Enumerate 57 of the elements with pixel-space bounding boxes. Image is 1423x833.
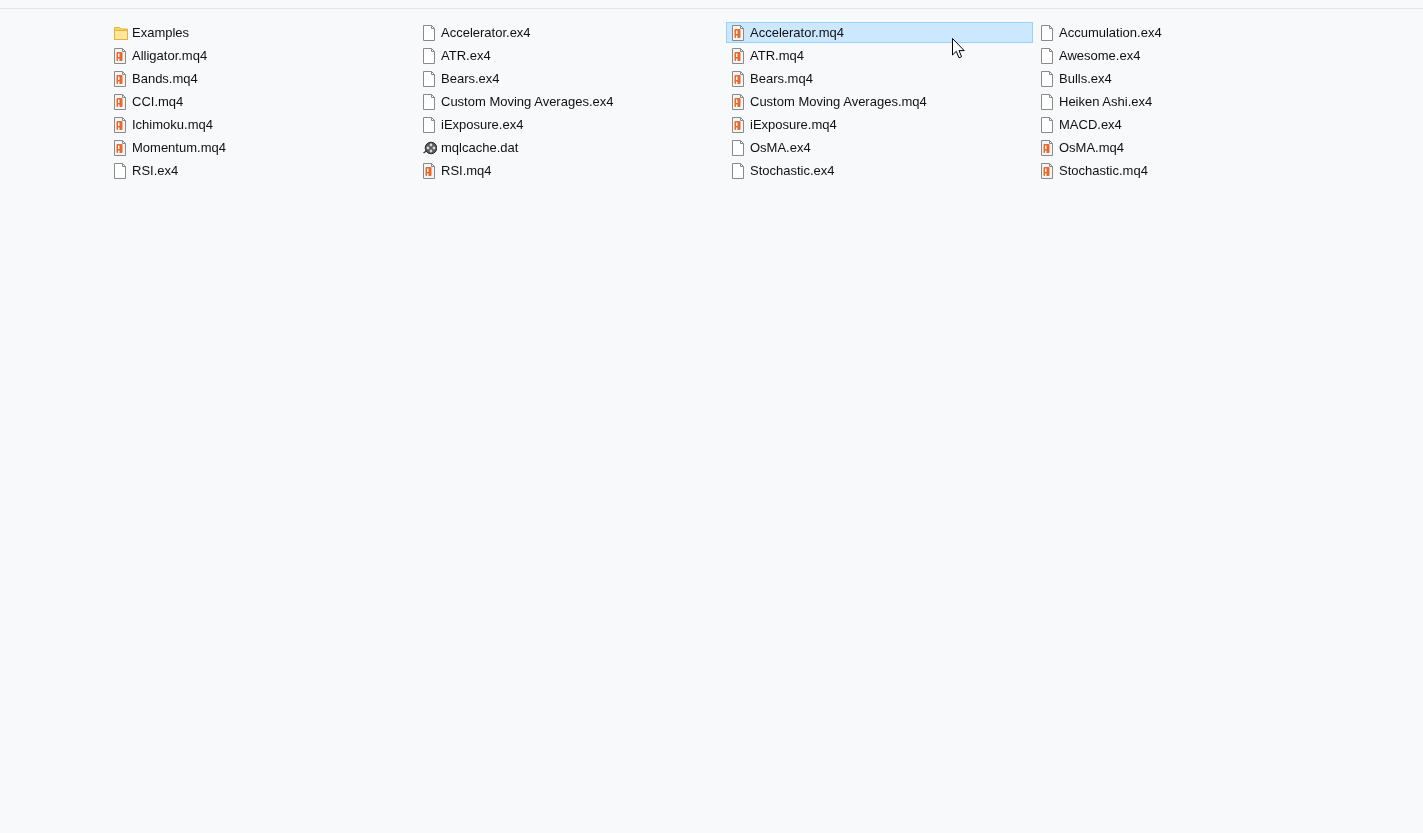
source-file-icon: [114, 93, 126, 110]
file-item[interactable]: Bulls.ex4: [1035, 68, 1342, 89]
file-item[interactable]: Momentum.mq4: [108, 137, 415, 158]
file-icon: [1041, 70, 1053, 87]
file-item[interactable]: Custom Moving Averages.mq4: [726, 91, 1033, 112]
file-item[interactable]: Stochastic.ex4: [726, 160, 1033, 181]
file-item[interactable]: Custom Moving Averages.ex4: [417, 91, 724, 112]
mouse-pointer-icon: [952, 38, 965, 59]
file-item[interactable]: Examples: [108, 22, 415, 43]
file-item[interactable]: Awesome.ex4: [1035, 45, 1342, 66]
file-icon: [732, 162, 744, 179]
source-file-icon: [732, 24, 744, 41]
file-icon: [423, 47, 435, 64]
file-item[interactable]: Heiken Ashi.ex4: [1035, 91, 1342, 112]
source-file-icon: [1041, 162, 1053, 179]
file-item[interactable]: MACD.ex4: [1035, 114, 1342, 135]
file-item[interactable]: Stochastic.mq4: [1035, 160, 1342, 181]
file-icon: [423, 70, 435, 87]
source-file-icon: [423, 162, 435, 179]
file-item[interactable]: mqlcache.dat: [417, 137, 724, 158]
file-icon: [732, 139, 744, 156]
file-item[interactable]: Ichimoku.mq4: [108, 114, 415, 135]
file-item[interactable]: Accelerator.mq4: [726, 22, 1033, 43]
file-item[interactable]: OsMA.ex4: [726, 137, 1033, 158]
file-icon: [1041, 93, 1053, 110]
reel-icon: [423, 140, 437, 155]
file-item[interactable]: RSI.ex4: [108, 160, 415, 181]
source-file-icon: [114, 47, 126, 64]
file-item[interactable]: Accelerator.ex4: [417, 22, 724, 43]
file-icon: [114, 162, 126, 179]
source-file-icon: [114, 116, 126, 133]
file-icon: [423, 93, 435, 110]
file-item[interactable]: ATR.ex4: [417, 45, 724, 66]
file-item[interactable]: Bears.ex4: [417, 68, 724, 89]
folder-icon: [114, 25, 128, 40]
file-item[interactable]: ATR.mq4: [726, 45, 1033, 66]
file-item[interactable]: RSI.mq4: [417, 160, 724, 181]
source-file-icon: [1041, 139, 1053, 156]
source-file-icon: [114, 139, 126, 156]
source-file-icon: [732, 70, 744, 87]
file-item[interactable]: CCI.mq4: [108, 91, 415, 112]
file-item[interactable]: iExposure.mq4: [726, 114, 1033, 135]
source-file-icon: [732, 116, 744, 133]
file-icon: [1041, 116, 1053, 133]
source-file-icon: [732, 93, 744, 110]
file-icon: [423, 24, 435, 41]
file-icon: [1041, 47, 1053, 64]
file-item[interactable]: Accumulation.ex4: [1035, 22, 1342, 43]
file-icon: [1041, 24, 1053, 41]
file-item[interactable]: Bears.mq4: [726, 68, 1033, 89]
file-icon: [423, 116, 435, 133]
source-file-icon: [732, 47, 744, 64]
source-file-icon: [114, 70, 126, 87]
file-item[interactable]: OsMA.mq4: [1035, 137, 1342, 158]
file-item[interactable]: Bands.mq4: [108, 68, 415, 89]
file-item[interactable]: Alligator.mq4: [108, 45, 415, 66]
file-item[interactable]: iExposure.ex4: [417, 114, 724, 135]
